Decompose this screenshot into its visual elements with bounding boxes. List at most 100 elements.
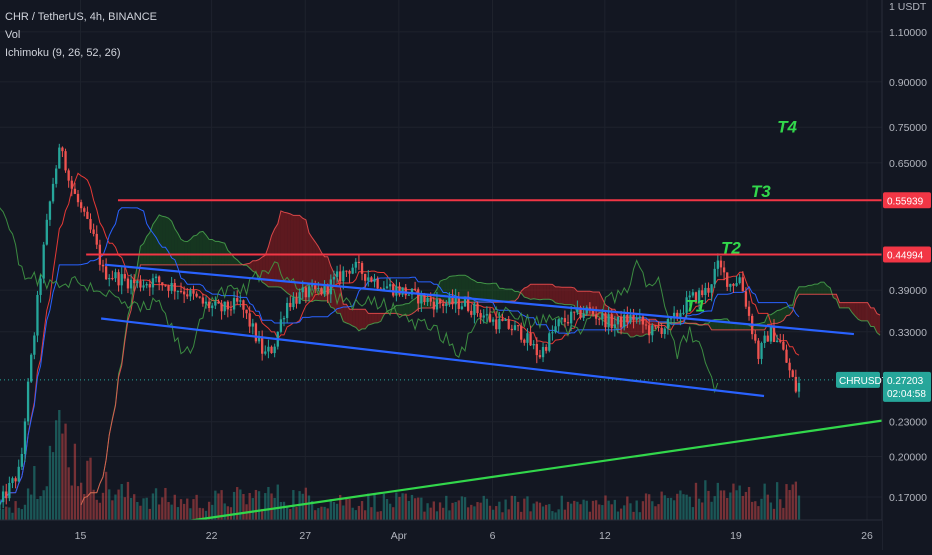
volume-bar <box>411 495 413 520</box>
volume-bar <box>127 482 129 520</box>
target-label: T3 <box>751 182 771 201</box>
volume-bar <box>317 508 319 520</box>
ichimoku-cloud-segment <box>181 239 184 265</box>
candle-body <box>280 319 282 332</box>
ichimoku-cloud-segment <box>861 303 864 321</box>
time-tick-label: Apr <box>391 530 408 542</box>
volume-bar <box>545 505 547 520</box>
candle-body <box>83 208 85 212</box>
volume-bar <box>626 496 628 520</box>
chart-legend: CHR / TetherUS, 4h, BINANCE Vol Ichimoku… <box>5 8 157 62</box>
candle-body <box>302 287 304 292</box>
volume-bar <box>636 500 638 520</box>
candle-body <box>732 284 734 286</box>
volume-bar <box>46 486 48 520</box>
volume-bar <box>96 500 98 520</box>
candle-body <box>186 294 188 296</box>
volume-bar <box>401 493 403 520</box>
legend-ichimoku[interactable]: Ichimoku (9, 26, 52, 26) <box>5 44 157 62</box>
candle-body <box>74 189 76 194</box>
candle-body <box>311 285 313 286</box>
candle-body <box>64 151 66 170</box>
volume-bar <box>714 496 716 520</box>
volume-bar <box>327 508 329 520</box>
ichimoku-cloud-segment <box>815 284 818 294</box>
candle-body <box>760 343 762 359</box>
ichimoku-cloud-segment <box>843 303 846 308</box>
volume-bar <box>14 501 16 520</box>
time-tick-label: 19 <box>730 530 742 542</box>
volume-bar <box>564 510 566 520</box>
candle-body <box>473 303 475 314</box>
legend-symbol[interactable]: CHR / TetherUS, 4h, BINANCE <box>5 8 157 26</box>
ichimoku-cloud-segment <box>509 289 512 301</box>
candle-body <box>767 336 769 342</box>
volume-bar <box>539 503 541 520</box>
candle-body <box>526 333 528 343</box>
symbol-tag-text: CHRUSDT <box>839 376 888 387</box>
volume-bar <box>102 493 104 520</box>
volume-bar <box>767 495 769 520</box>
volume-bar <box>227 506 229 520</box>
axes-layer: 1 USDT1.100000.900000.750000.650000.3900… <box>0 0 932 550</box>
volume-bar <box>186 499 188 520</box>
volume-bar <box>579 504 581 520</box>
candle-body <box>785 350 787 363</box>
volume-bar <box>114 495 116 520</box>
candle-body <box>729 284 731 287</box>
ichimoku-cloud-segment <box>359 309 362 331</box>
candle-body <box>651 325 653 335</box>
candle-body <box>305 287 307 297</box>
ichimoku-cloud-segment <box>353 309 356 327</box>
ichimoku-cloud-segment <box>153 220 156 265</box>
volume-bar <box>330 499 332 520</box>
volume-bar <box>192 499 194 520</box>
volume-bar <box>551 511 553 520</box>
volume-bar <box>710 502 712 520</box>
volume-bar <box>642 501 644 520</box>
ichimoku-cloud-segment <box>871 308 874 327</box>
volume-bar <box>548 504 550 520</box>
candle-body <box>295 298 297 304</box>
volume-bar <box>451 503 453 520</box>
candle-body <box>554 326 556 332</box>
candle-body <box>508 319 510 329</box>
candle-body <box>61 148 63 152</box>
volume-bar <box>601 505 603 520</box>
candle-body <box>130 280 132 289</box>
volume-bar <box>352 508 354 520</box>
volume-bar <box>542 506 544 520</box>
ichimoku-cloud-segment <box>362 309 365 329</box>
volume-bar <box>74 444 76 520</box>
candle-body <box>177 291 179 292</box>
candle-body <box>492 319 494 321</box>
volume-bar <box>561 496 563 520</box>
candles-layer <box>0 144 800 510</box>
candle-body <box>420 294 422 304</box>
volume-bar <box>295 507 297 520</box>
candle-body <box>430 298 432 302</box>
candle-body <box>114 272 116 278</box>
candle-body <box>214 302 216 306</box>
volume-bar <box>751 502 753 520</box>
candle-body <box>105 266 107 279</box>
candle-body <box>142 285 144 287</box>
candle-body <box>52 184 54 202</box>
candle-body <box>39 279 41 295</box>
candle-body <box>149 284 151 287</box>
candle-body <box>704 288 706 295</box>
candle-body <box>445 303 447 306</box>
legend-volume[interactable]: Vol <box>5 26 157 44</box>
volume-bar <box>792 484 794 520</box>
volume-bar <box>267 487 269 520</box>
candle-body <box>479 313 481 318</box>
candle-body <box>570 312 572 324</box>
volume-bar <box>99 503 101 520</box>
volume-bar <box>364 510 366 520</box>
candle-body <box>414 289 416 290</box>
volume-bar <box>682 494 684 520</box>
volume-bar <box>130 498 132 520</box>
price-chart-svg[interactable]: T4T3T2T1 1 USDT1.100000.900000.750000.65… <box>0 0 932 550</box>
volume-bar <box>398 497 400 520</box>
ichimoku-cloud-segment <box>724 319 727 330</box>
